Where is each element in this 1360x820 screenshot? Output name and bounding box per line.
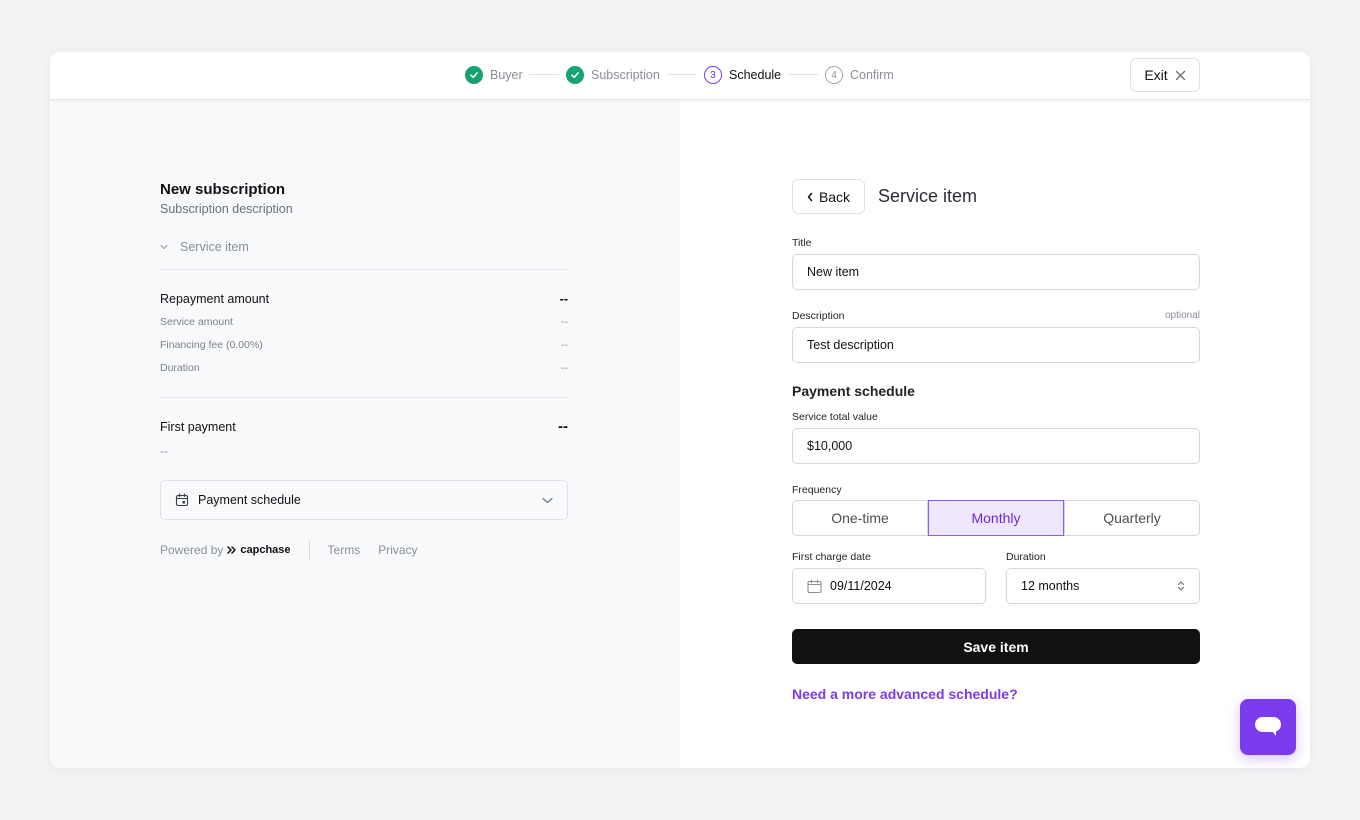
step-number: 3 (704, 66, 722, 84)
service-amount-row: Service amount -- (160, 316, 568, 328)
save-item-button[interactable]: Save item (792, 629, 1200, 664)
check-circle-icon (566, 66, 584, 84)
row-value: -- (561, 339, 568, 351)
privacy-link[interactable]: Privacy (378, 543, 417, 557)
row-label: Financing fee (0.00%) (160, 339, 263, 351)
row-label: Duration (160, 362, 200, 374)
first-charge-label: First charge date (792, 551, 871, 563)
chat-bubble-icon (1254, 716, 1282, 738)
row-label: Service amount (160, 316, 233, 328)
repayment-label: Repayment amount (160, 292, 270, 306)
first-payment-value: -- (558, 418, 568, 435)
financing-fee-row: Financing fee (0.00%) -- (160, 339, 568, 351)
total-value-label: Service total value (792, 411, 878, 423)
advanced-schedule-link[interactable]: Need a more advanced schedule? (792, 686, 1018, 702)
back-label: Back (818, 188, 851, 205)
exit-button[interactable]: Exit (1130, 58, 1200, 92)
summary-subtitle: Subscription description (160, 202, 293, 216)
powered-by-label: Powered by (160, 543, 224, 557)
app-window: Buyer Subscription 3 Schedule 4 Confirm … (50, 52, 1310, 768)
row-value: -- (561, 316, 568, 328)
stepper: Buyer Subscription 3 Schedule 4 Confirm (50, 52, 1310, 100)
service-item-toggle[interactable]: Service item (160, 240, 249, 254)
repayment-value: -- (559, 292, 568, 306)
duration-value: 12 months (1021, 579, 1080, 593)
first-charge-date-input[interactable]: 09/11/2024 (792, 568, 986, 604)
step-subscription[interactable]: Subscription (566, 65, 660, 85)
chevron-down-icon (542, 497, 553, 504)
row-value: -- (561, 362, 568, 374)
title-label: Title (792, 237, 812, 249)
capchase-mark-icon (227, 546, 237, 554)
top-bar: Buyer Subscription 3 Schedule 4 Confirm … (50, 52, 1310, 100)
first-payment-sub: -- (160, 444, 168, 458)
frequency-monthly[interactable]: Monthly (928, 500, 1064, 536)
frequency-quarterly[interactable]: Quarterly (1064, 500, 1200, 536)
step-schedule[interactable]: 3 Schedule (704, 65, 781, 85)
step-connector (667, 74, 697, 75)
repayment-amount-row: Repayment amount -- (160, 292, 568, 306)
step-label: Buyer (490, 68, 523, 82)
divider (160, 397, 568, 398)
footer-separator (308, 541, 310, 559)
step-number: 4 (825, 66, 843, 84)
step-label: Confirm (850, 68, 894, 82)
calendar-icon (175, 493, 189, 507)
frequency-one-time[interactable]: One-time (792, 500, 928, 536)
chevron-left-icon (807, 192, 813, 202)
step-label: Subscription (591, 68, 660, 82)
step-connector (788, 74, 818, 75)
frequency-selector: One-time Monthly Quarterly (792, 500, 1200, 536)
optional-label: optional (1164, 310, 1200, 321)
brand-name: capchase (240, 544, 291, 556)
duration-select[interactable]: 12 months (1006, 568, 1200, 604)
description-label: Description (792, 310, 845, 322)
chevron-down-icon (160, 244, 168, 250)
payment-schedule-label: Payment schedule (198, 493, 301, 507)
total-value-input[interactable]: $10,000 (792, 428, 1200, 464)
exit-label: Exit (1144, 67, 1168, 83)
calendar-icon (807, 578, 822, 594)
payment-schedule-dropdown[interactable]: Payment schedule (160, 480, 568, 520)
first-payment-label: First payment (160, 419, 236, 434)
description-input[interactable]: Test description (792, 327, 1200, 363)
step-buyer[interactable]: Buyer (465, 65, 523, 85)
summary-title: New subscription (160, 181, 286, 198)
first-charge-date-value: 09/11/2024 (830, 579, 892, 593)
form-title: Service item (878, 186, 978, 206)
duration-row: Duration -- (160, 362, 568, 374)
summary-pane: New subscription Subscription descriptio… (50, 100, 680, 768)
form-pane: Back Service item Title New item Descrip… (680, 100, 1310, 768)
terms-link[interactable]: Terms (328, 543, 361, 557)
chat-button[interactable] (1240, 699, 1296, 755)
chevron-up-down-icon (1177, 580, 1185, 592)
service-item-label: Service item (180, 240, 249, 254)
divider (160, 269, 568, 270)
frequency-label: Frequency (792, 484, 842, 496)
back-button[interactable]: Back (792, 179, 865, 214)
title-input[interactable]: New item (792, 254, 1200, 290)
step-confirm[interactable]: 4 Confirm (825, 65, 894, 85)
payment-schedule-title: Payment schedule (792, 383, 915, 399)
check-circle-icon (465, 66, 483, 84)
capchase-logo: capchase (227, 544, 291, 556)
step-label: Schedule (729, 68, 782, 82)
duration-label: Duration (1006, 551, 1046, 563)
footer: Powered by capchase Terms Privacy (160, 541, 436, 559)
close-icon (1175, 70, 1186, 81)
first-payment-row: First payment -- (160, 418, 568, 435)
step-connector (529, 74, 559, 75)
